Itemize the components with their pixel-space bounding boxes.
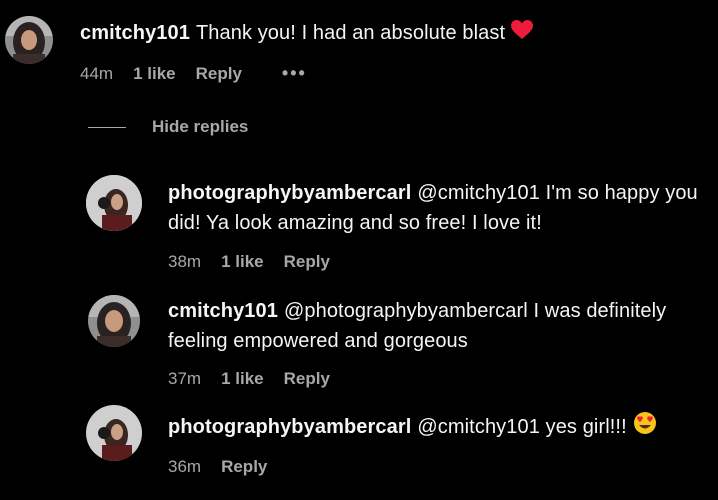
comment-text: cmitchy101 Thank you! I had an absolute b… <box>80 18 700 49</box>
reply-button[interactable]: Reply <box>196 64 242 84</box>
comment-username[interactable]: photographybyambercarl <box>168 416 411 438</box>
mention-link[interactable]: @cmitchy101 <box>417 182 540 204</box>
comment-body: yes girl!!! <box>545 415 627 438</box>
comment-body: Thank you! I had an absolute blast <box>195 22 506 44</box>
red-heart-icon <box>511 19 534 49</box>
comment-meta: 37m 1 like Reply <box>168 369 330 389</box>
more-options-icon[interactable]: ••• <box>282 63 307 84</box>
avatar[interactable] <box>86 405 142 461</box>
reply-button[interactable]: Reply <box>284 252 330 272</box>
comment-timestamp: 38m <box>168 252 202 271</box>
avatar[interactable] <box>5 16 53 64</box>
avatar[interactable] <box>88 295 140 347</box>
comment-timestamp: 36m <box>168 457 202 476</box>
likes-count[interactable]: 1 like <box>221 252 264 272</box>
comment-timestamp: 37m <box>168 369 202 388</box>
mention-link[interactable]: @photographybyambercarl <box>284 300 528 322</box>
avatar[interactable] <box>86 175 142 231</box>
comment-meta: 38m 1 like Reply <box>168 252 330 272</box>
divider-line <box>88 126 126 128</box>
comment-meta: 36m Reply <box>168 457 267 477</box>
heart-eyes-emoji-icon <box>633 411 657 444</box>
hide-replies-label: Hide replies <box>152 117 249 136</box>
comment-text: photographybyambercarl @cmitchy101 yes gi… <box>168 411 708 444</box>
likes-count[interactable]: 1 like <box>133 64 176 84</box>
comment-username[interactable]: cmitchy101 <box>80 22 190 44</box>
comment-text: photographybyambercarl @cmitchy101 I'm so… <box>168 178 708 238</box>
likes-count[interactable]: 1 like <box>221 369 264 389</box>
reply-button[interactable]: Reply <box>284 369 330 389</box>
comment-username[interactable]: photographybyambercarl <box>168 182 411 204</box>
comment-timestamp: 44m <box>80 63 114 83</box>
comment-meta: 44m 1 like Reply ••• <box>80 63 307 84</box>
comment-username[interactable]: cmitchy101 <box>168 300 278 322</box>
comment-text: cmitchy101 @photographybyambercarl I was … <box>168 296 708 356</box>
reply-button[interactable]: Reply <box>221 457 267 477</box>
mention-link[interactable]: @cmitchy101 <box>417 416 540 438</box>
hide-replies-button[interactable]: Hide replies <box>88 117 248 137</box>
